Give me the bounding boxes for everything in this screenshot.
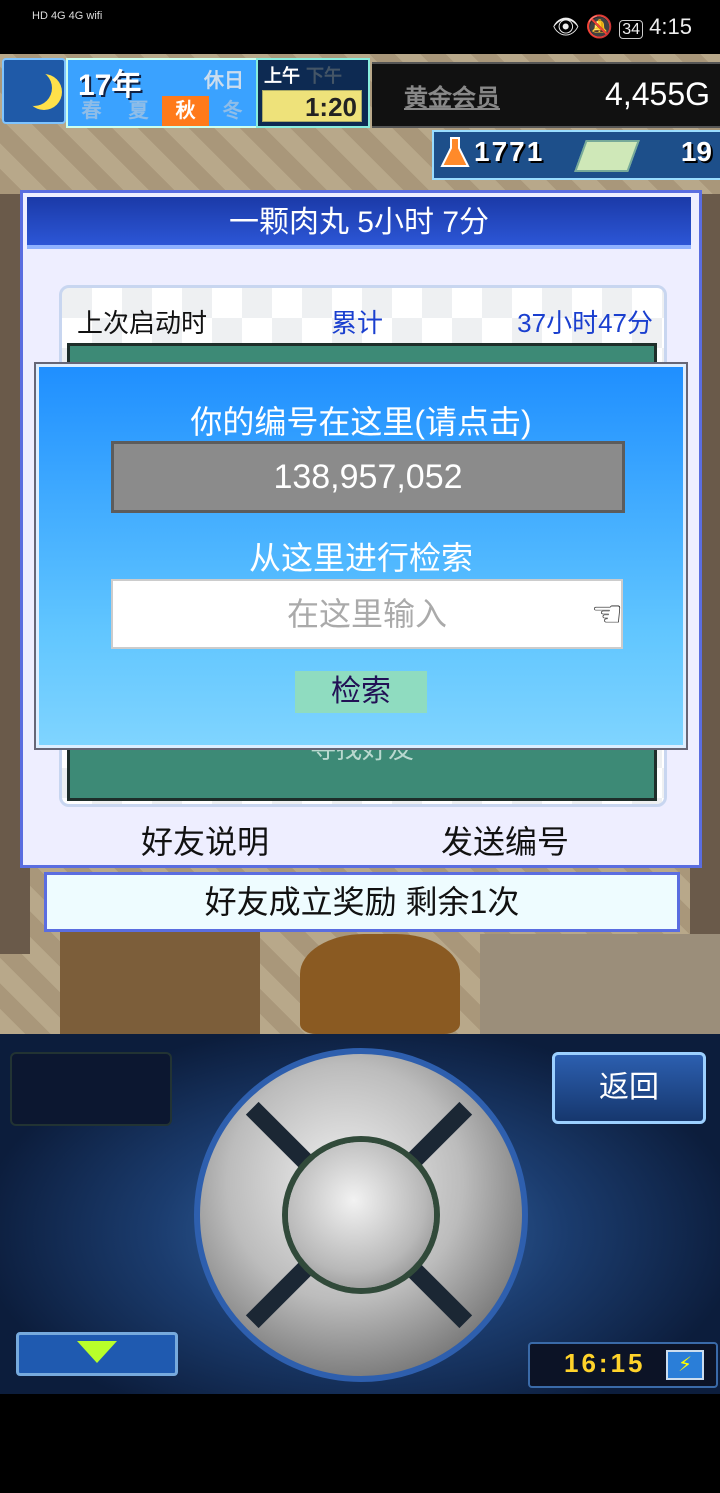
pointing-hand-icon: ☜ — [591, 593, 624, 634]
moon-icon[interactable] — [2, 58, 66, 124]
your-id-value[interactable]: 138,957,052 — [111, 441, 625, 513]
building — [60, 924, 260, 1034]
friend-explanation-button[interactable]: 好友说明 — [141, 817, 269, 863]
membership-label: 黄金会员 — [404, 85, 500, 112]
directional-pad[interactable] — [194, 1048, 528, 1382]
friend-reward-banner: 好友成立奖励 剩余1次 — [44, 872, 680, 932]
season-winter: 冬 — [222, 100, 243, 122]
friend-id-input[interactable]: 在这里输入 — [111, 579, 623, 649]
lightning-icon: ⚡ — [666, 1350, 704, 1380]
panel-title: 一颗肉丸 5小时 7分 — [27, 197, 691, 249]
last-start-label: 上次启动时 — [77, 308, 208, 338]
send-id-button[interactable]: 发送编号 — [441, 817, 569, 863]
system-status-bar: HD 4G 4G wifi 👁 🔕 34 4:15 — [0, 0, 720, 54]
search-from-here-label: 从这里进行检索 — [248, 540, 473, 576]
search-button[interactable]: 检索 — [295, 671, 427, 713]
holiday-label: 休日 — [204, 70, 244, 92]
battery-level: 34 — [619, 20, 644, 39]
bottom-clock: 16:15 ⚡ — [528, 1342, 718, 1388]
flask-icon — [440, 137, 470, 167]
dpad-center-button[interactable] — [288, 1142, 434, 1288]
pm-label: 下午 — [306, 66, 342, 86]
chevron-down-icon — [77, 1341, 117, 1363]
status-time: 4:15 — [649, 14, 692, 39]
network-icons: HD 4G 4G wifi — [32, 10, 103, 22]
ticket-count: 19 — [680, 136, 712, 167]
am-label: 上午 — [264, 66, 300, 86]
game-clock: 1:20 — [262, 90, 362, 122]
bottom-clock-time: 16:15 — [564, 1348, 646, 1378]
season-spring: 春 — [81, 100, 102, 122]
tree — [300, 934, 460, 1034]
date-panel: 17年 休日 春 夏 秋 冬 — [66, 58, 258, 128]
money-bar: 黄金会员 4,455G — [372, 62, 720, 128]
scroll-down-button[interactable] — [16, 1332, 178, 1376]
your-id-label: 你的编号在这里(请点击) — [190, 404, 532, 440]
bottom-blank — [0, 1394, 720, 1493]
cumulative-value: 37小时47分 — [517, 308, 653, 338]
mute-icon: 🔕 — [585, 14, 614, 39]
status-right: 👁 🔕 34 4:15 — [552, 14, 692, 40]
season-row: 春 夏 秋 冬 — [68, 96, 256, 126]
time-panel: 上午 下午 1:20 — [256, 58, 370, 128]
stats-bar: 1771 19 — [432, 130, 720, 180]
cumulative-label: 累计 — [331, 308, 384, 338]
research-points: 1771 — [474, 136, 545, 167]
ticket-icon — [574, 140, 640, 172]
eye-icon: 👁 — [551, 14, 580, 39]
building — [480, 934, 720, 1034]
season-autumn: 秋 — [162, 96, 209, 126]
id-dialog: 你的编号在这里(请点击) 138,957,052 从这里进行检索 在这里输入 ☜… — [36, 364, 686, 748]
back-button[interactable]: 返回 — [552, 1052, 706, 1124]
empty-slot — [10, 1052, 172, 1126]
money-value: 4,455G — [605, 76, 710, 112]
season-summer: 夏 — [128, 100, 149, 122]
